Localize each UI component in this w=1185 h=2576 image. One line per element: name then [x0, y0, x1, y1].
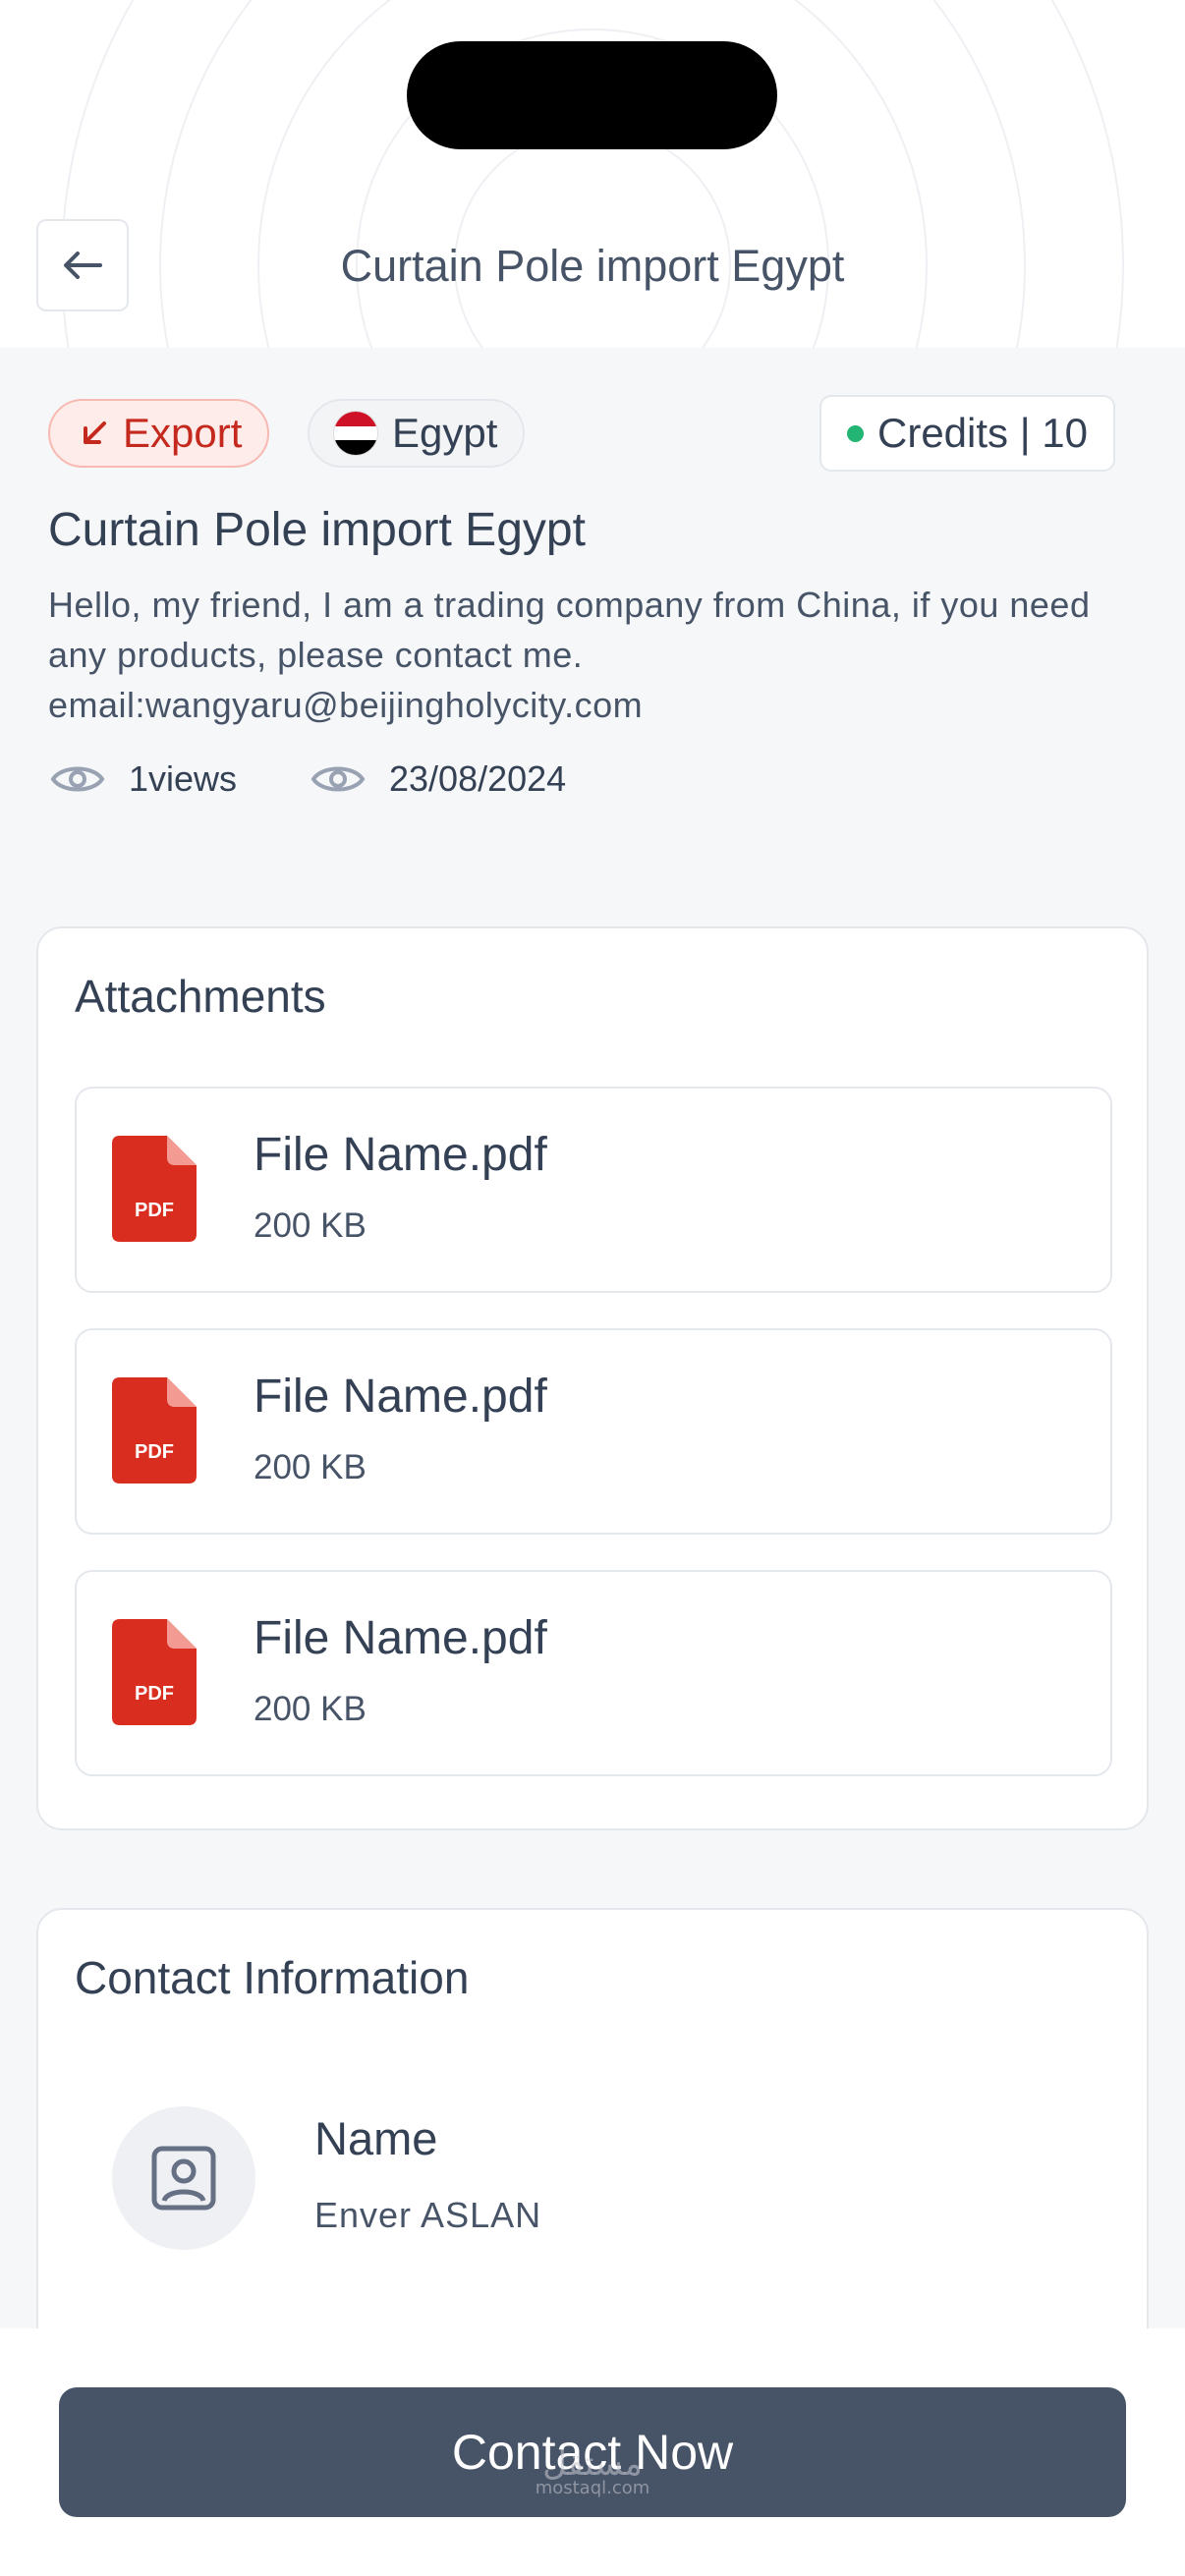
contact-card-icon	[151, 2146, 216, 2211]
pdf-icon: PDF	[112, 1136, 197, 1242]
watermark: مستقل mostaql.com	[0, 2444, 1185, 2498]
bottom-action-bar: Contact Now مستقل mostaql.com	[0, 2328, 1185, 2576]
device-notch	[407, 41, 777, 149]
attachments-card: Attachments PDF File Name.pdf 200 KB PDF…	[36, 926, 1149, 1830]
avatar	[112, 2106, 255, 2250]
contact-name-value: Enver ASLAN	[314, 2195, 542, 2235]
eye-icon	[50, 766, 105, 792]
post-date: 23/08/2024	[389, 758, 567, 799]
header-title: Curtain Pole import Egypt	[340, 241, 845, 291]
file-name: File Name.pdf	[254, 1612, 547, 1664]
file-size: 200 KB	[254, 1448, 367, 1486]
country-tag-label: Egypt	[392, 410, 498, 456]
country-tag: Egypt	[308, 399, 526, 468]
contact-name-label: Name	[314, 2112, 438, 2164]
file-name: File Name.pdf	[254, 1129, 547, 1181]
post-title: Curtain Pole import Egypt	[48, 504, 586, 556]
pdf-icon: PDF	[112, 1377, 197, 1484]
credits-label: Credits | 10	[877, 410, 1088, 456]
post-description: Hello, my friend, I am a trading company…	[48, 585, 1091, 725]
file-name: File Name.pdf	[254, 1371, 547, 1423]
svg-text:PDF: PDF	[135, 1683, 174, 1705]
arrow-down-left-icon	[84, 421, 106, 444]
type-tag-export: Export	[48, 399, 270, 468]
attachment-item[interactable]: PDF File Name.pdf 200 KB	[75, 1087, 1112, 1293]
svg-text:PDF: PDF	[135, 1200, 174, 1221]
watermark-subtext: mostaql.com	[535, 2478, 650, 2498]
eye-icon	[310, 766, 366, 792]
svg-text:PDF: PDF	[135, 1441, 174, 1463]
attachment-item[interactable]: PDF File Name.pdf 200 KB	[75, 1570, 1112, 1776]
app-header: Curtain Pole import Egypt	[0, 0, 1185, 348]
credits-badge: Credits | 10	[819, 395, 1115, 472]
egypt-flag-icon	[333, 411, 378, 456]
type-tag-label: Export	[123, 410, 243, 456]
file-size: 200 KB	[254, 1690, 367, 1728]
status-dot-icon	[847, 424, 864, 442]
contact-title: Contact Information	[75, 1952, 470, 2003]
date-meta: 23/08/2024	[310, 750, 566, 809]
file-size: 200 KB	[254, 1206, 367, 1245]
attachments-title: Attachments	[75, 971, 326, 1022]
views-meta: 1views	[50, 750, 237, 809]
views-count: 1views	[129, 758, 238, 799]
pdf-icon: PDF	[112, 1619, 197, 1725]
attachment-item[interactable]: PDF File Name.pdf 200 KB	[75, 1328, 1112, 1535]
